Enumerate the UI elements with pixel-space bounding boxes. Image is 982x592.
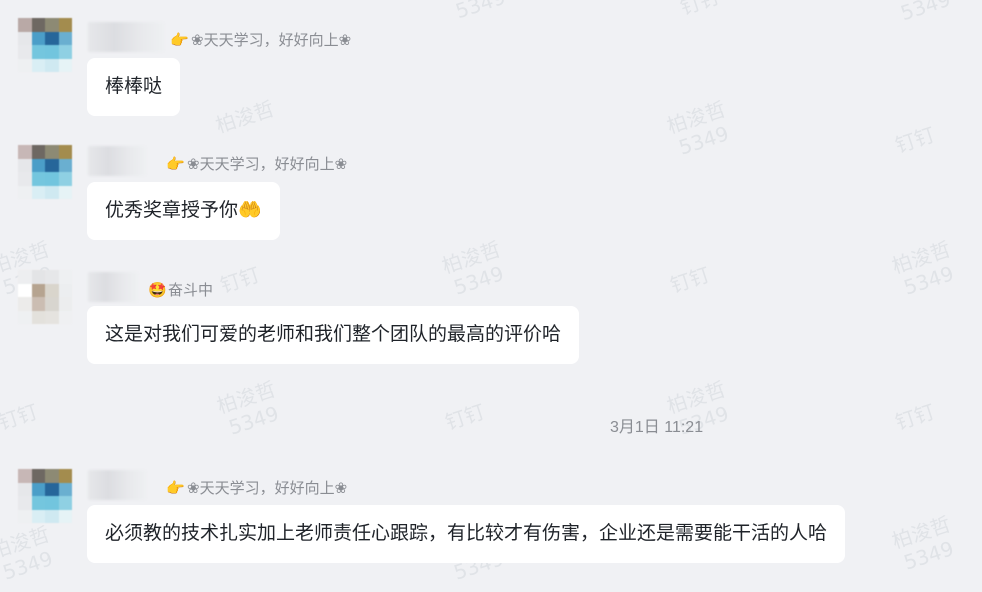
watermark: 柏浚哲5349 bbox=[889, 236, 957, 300]
sender-status: 👉 ❀天天学习，好好向上❀ bbox=[170, 31, 352, 49]
watermark: 5349 bbox=[897, 0, 954, 26]
watermark: 柏浚哲5349 bbox=[0, 521, 56, 585]
sender-name[interactable] bbox=[88, 470, 146, 500]
watermark: 5349 bbox=[452, 0, 509, 24]
watermark: 钉钉 bbox=[677, 0, 723, 20]
avatar[interactable] bbox=[18, 469, 72, 523]
sender-name[interactable] bbox=[88, 22, 164, 52]
message-timestamp: 3月1日 11:21 bbox=[610, 419, 704, 436]
watermark: 柏浚哲5349 bbox=[214, 376, 282, 440]
message-bubble[interactable]: 必须教的技术扎实加上老师责任心跟踪，有比较才有伤害，企业还是需要能干活的人哈 bbox=[87, 505, 846, 563]
pointing-hand-icon: 👉 bbox=[166, 479, 185, 497]
watermark: 钉钉 bbox=[892, 122, 938, 158]
pointing-hand-icon: 👉 bbox=[170, 31, 189, 49]
sender-status: 👉 ❀天天学习，好好向上❀ bbox=[166, 155, 348, 173]
sender-name[interactable] bbox=[88, 146, 146, 176]
watermark: 钉钉 bbox=[892, 399, 938, 435]
watermark: 柏浚哲5349 bbox=[889, 511, 957, 575]
watermark: 钉钉 bbox=[217, 262, 263, 298]
message-bubble[interactable]: 优秀奖章授予你🤲 bbox=[87, 182, 280, 240]
pointing-hand-icon: 👉 bbox=[166, 155, 185, 173]
watermark: 柏浚哲5349 bbox=[439, 236, 507, 300]
watermark: 柏浚哲 bbox=[212, 96, 278, 138]
message-bubble[interactable]: 棒棒哒 bbox=[87, 58, 181, 116]
watermark: 钉钉 bbox=[0, 399, 41, 435]
sender-name[interactable] bbox=[88, 272, 138, 302]
watermark: 钉钉 bbox=[667, 262, 713, 298]
avatar[interactable] bbox=[18, 270, 72, 324]
message-bubble[interactable]: 这是对我们可爱的老师和我们整个团队的最高的评价哈 bbox=[87, 306, 580, 364]
sender-status: 👉 ❀天天学习，好好向上❀ bbox=[166, 479, 348, 497]
avatar[interactable] bbox=[18, 18, 72, 72]
watermark: 钉钉 bbox=[442, 399, 488, 435]
star-struck-face-icon: 🤩 bbox=[148, 281, 167, 299]
raised-hands-emoji-icon: 🤲 bbox=[238, 200, 262, 221]
watermark: 柏浚哲5349 bbox=[664, 96, 732, 160]
avatar[interactable] bbox=[18, 145, 72, 199]
sender-status: 🤩奋斗中 bbox=[148, 281, 214, 299]
